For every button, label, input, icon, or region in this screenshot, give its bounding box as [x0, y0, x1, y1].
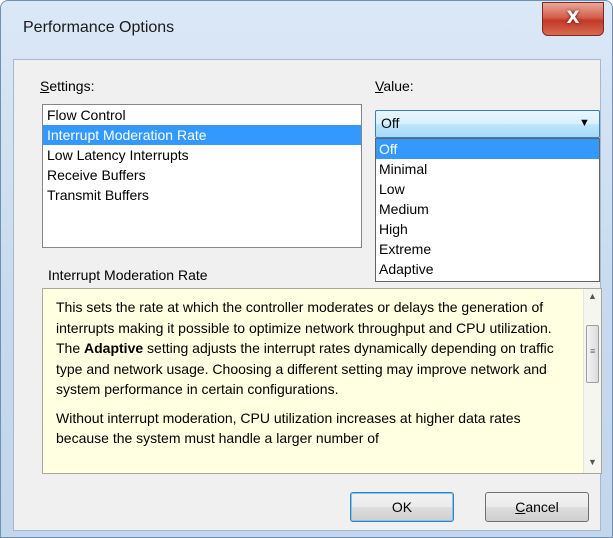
- settings-label: Settings:: [40, 78, 95, 94]
- description-title: Interrupt Moderation Rate: [48, 267, 208, 283]
- value-option-medium[interactable]: Medium: [376, 199, 599, 219]
- performance-options-dialog: Performance Options X Settings: Value: F…: [0, 0, 613, 538]
- value-option-off[interactable]: Off: [376, 139, 599, 159]
- settings-item-transmit-buffers[interactable]: Transmit Buffers: [43, 185, 361, 205]
- settings-item-low-latency-interrupts[interactable]: Low Latency Interrupts: [43, 145, 361, 165]
- cancel-button[interactable]: Cancel: [485, 492, 589, 522]
- value-dropdown-list[interactable]: Off Minimal Low Medium High Extreme Adap…: [375, 138, 600, 282]
- close-icon: X: [566, 8, 580, 28]
- settings-item-interrupt-moderation-rate[interactable]: Interrupt Moderation Rate: [43, 125, 361, 145]
- settings-item-flow-control[interactable]: Flow Control: [43, 105, 361, 125]
- scroll-down-arrow-icon[interactable]: ▼: [588, 457, 597, 467]
- description-bold-term: Adaptive: [84, 340, 144, 356]
- value-option-high[interactable]: High: [376, 219, 599, 239]
- value-option-adaptive[interactable]: Adaptive: [376, 259, 599, 279]
- value-combobox-current: Off: [381, 115, 400, 131]
- value-option-low[interactable]: Low: [376, 179, 599, 199]
- description-paragraph-1: This sets the rate at which the controll…: [56, 299, 554, 397]
- settings-listbox[interactable]: Flow Control Interrupt Moderation Rate L…: [42, 104, 362, 248]
- grip-icon: ≡: [590, 346, 596, 356]
- description-scrollbar[interactable]: ▲ ≡ ▼: [583, 289, 601, 473]
- ok-button[interactable]: OK: [350, 492, 454, 522]
- settings-item-receive-buffers[interactable]: Receive Buffers: [43, 165, 361, 185]
- description-paragraph-2: Without interrupt moderation, CPU utiliz…: [56, 409, 521, 447]
- title-bar[interactable]: Performance Options X: [1, 1, 612, 59]
- value-option-minimal[interactable]: Minimal: [376, 159, 599, 179]
- scroll-up-arrow-icon[interactable]: ▲: [588, 291, 597, 301]
- window-title: Performance Options: [23, 19, 175, 36]
- description-box[interactable]: This sets the rate at which the controll…: [42, 288, 602, 474]
- dialog-body: Settings: Value: Flow Control Interrupt …: [13, 59, 602, 531]
- chevron-down-icon[interactable]: ▼: [579, 117, 590, 129]
- value-combobox[interactable]: Off ▼: [375, 110, 600, 138]
- description-text: This sets the rate at which the controll…: [56, 297, 566, 457]
- scrollbar-thumb[interactable]: ≡: [586, 325, 599, 383]
- value-option-extreme[interactable]: Extreme: [376, 239, 599, 259]
- value-label: Value:: [375, 78, 414, 94]
- close-button[interactable]: X: [542, 2, 604, 36]
